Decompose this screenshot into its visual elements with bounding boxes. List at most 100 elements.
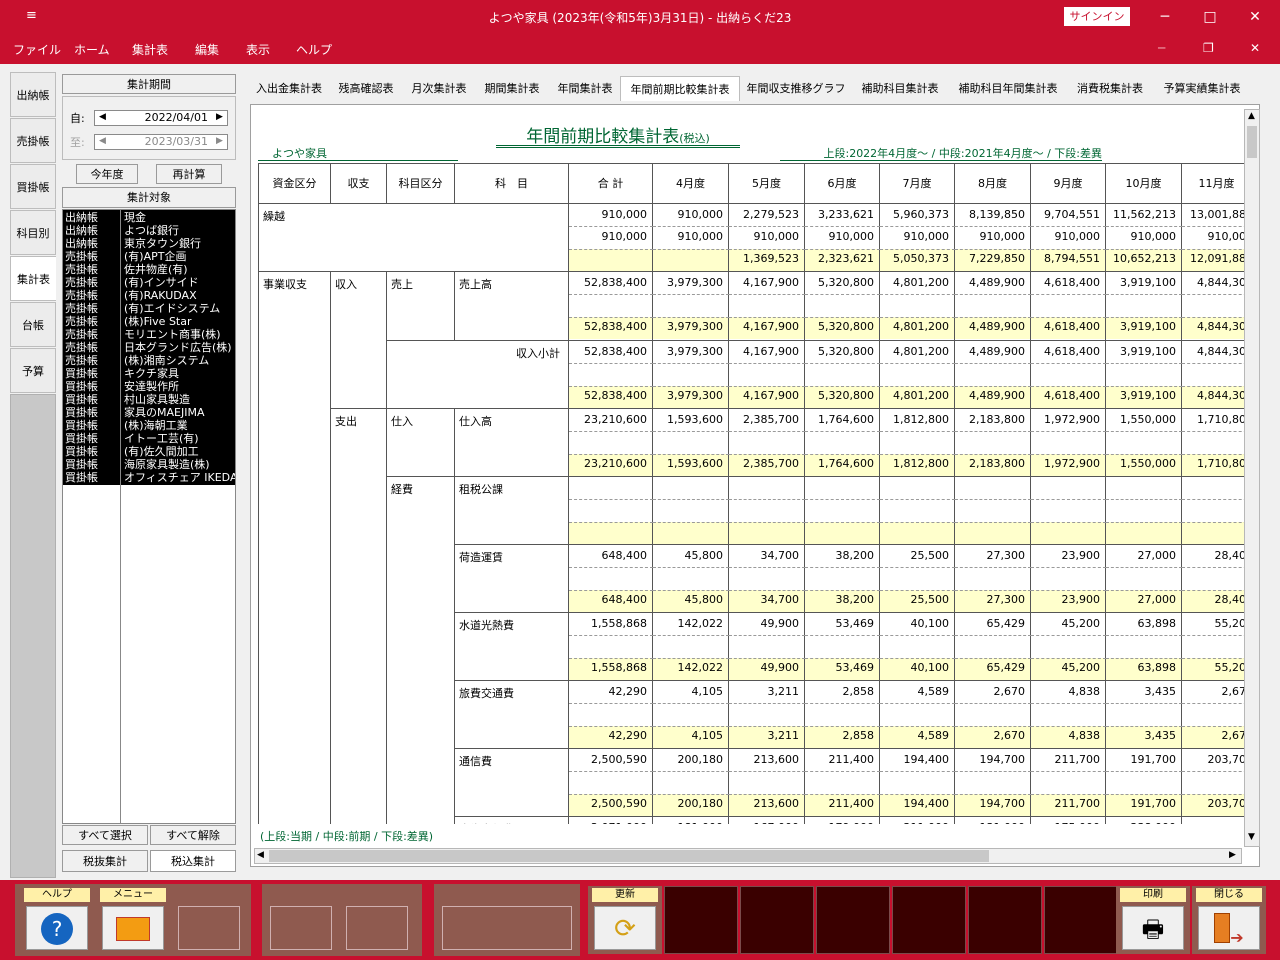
- row-divider: [1106, 499, 1182, 500]
- prev-date-icon[interactable]: ◀: [99, 112, 106, 122]
- horizontal-scrollbar[interactable]: ◀ ▶: [254, 848, 1242, 864]
- menu-slot[interactable]: メニュー: [96, 886, 170, 954]
- help-slot[interactable]: ヘルプ ?: [20, 886, 94, 954]
- row-divider: [653, 590, 729, 591]
- tab-subaccount-annual[interactable]: 補助科目年間集計表: [950, 76, 1066, 101]
- menu-edit[interactable]: 編集: [195, 41, 219, 58]
- maximize-button[interactable]: □: [1195, 6, 1225, 28]
- tab-cash-summary[interactable]: 入出金集計表: [248, 76, 330, 101]
- select-all-button[interactable]: すべて選択: [62, 825, 148, 845]
- scrollbar-thumb[interactable]: [1247, 126, 1257, 158]
- tab-annual-comparison[interactable]: 年間前期比較集計表: [620, 76, 740, 101]
- header-cell: 収支: [331, 164, 387, 204]
- tab-consumption-tax[interactable]: 消費税集計表: [1070, 76, 1150, 101]
- menu-file[interactable]: ファイル: [13, 41, 61, 58]
- recalc-button[interactable]: 再計算: [156, 164, 222, 184]
- amount: 27,000: [1137, 549, 1177, 562]
- row-divider: [880, 703, 955, 704]
- tab-annual[interactable]: 年間集計表: [551, 76, 619, 101]
- vtab-cashbook[interactable]: 出納帳: [10, 72, 56, 117]
- target-name: (有)APT企画: [124, 250, 187, 263]
- close-slot[interactable]: 閉じる ➔: [1192, 886, 1266, 954]
- this-year-button[interactable]: 今年度: [76, 164, 138, 184]
- scroll-up-icon[interactable]: ▲: [1248, 111, 1255, 121]
- minimize-button[interactable]: ─: [1150, 6, 1180, 28]
- amount: 3,979,300: [667, 276, 723, 289]
- scroll-right-icon[interactable]: ▶: [1229, 850, 1236, 860]
- amount: 5,320,800: [818, 320, 874, 333]
- menu-summary[interactable]: 集計表: [132, 41, 168, 58]
- utility-label-text: 水道光熱費: [459, 619, 514, 632]
- amount: 910,000: [753, 230, 800, 243]
- update-slot[interactable]: 更新 ⟳: [588, 886, 662, 954]
- amount: 3,919,100: [1120, 320, 1176, 333]
- row-divider: [805, 794, 880, 795]
- tab-balance-check[interactable]: 残高確認表: [332, 76, 400, 101]
- row-divider: [653, 794, 729, 795]
- menu-help[interactable]: ヘルプ: [296, 41, 332, 58]
- diff-band: [569, 249, 652, 271]
- amount: 5,050,373: [893, 252, 949, 265]
- vtab-budget[interactable]: 予算: [10, 348, 56, 393]
- row-divider: [1182, 454, 1244, 455]
- exit-door-icon[interactable]: ➔: [1198, 906, 1260, 950]
- menu-grid-icon[interactable]: [102, 906, 164, 950]
- expenses-label: 経費: [387, 477, 455, 824]
- refresh-icon[interactable]: ⟳: [594, 906, 656, 950]
- tab-budget-actual[interactable]: 予算実績集計表: [1156, 76, 1248, 101]
- tax-included-button[interactable]: 税込集計: [150, 850, 236, 872]
- vtab-payables[interactable]: 買掛帳: [10, 164, 56, 209]
- scroll-left-icon[interactable]: ◀: [257, 850, 264, 860]
- next-date-icon[interactable]: ▶: [216, 136, 223, 146]
- target-name: (株)Five Star: [124, 315, 192, 328]
- target-list[interactable]: 出納帳 現金 出納帳 よつば銀行 出納帳 東京タウン銀行 売掛帳 (有)APT企画 売掛帳 佐井物…: [62, 209, 236, 824]
- tab-monthly[interactable]: 月次集計表: [405, 76, 473, 101]
- vtab-ledger[interactable]: 台帳: [10, 302, 56, 347]
- scrollbar-thumb[interactable]: [269, 850, 989, 862]
- row-divider: [653, 294, 729, 295]
- target-name: 佐井物産(有): [124, 263, 188, 276]
- vtab-by-account[interactable]: 科目別: [10, 210, 56, 255]
- printer-icon[interactable]: 🖶: [1122, 906, 1184, 950]
- row-divider: [955, 363, 1031, 364]
- report-tabs: 入出金集計表 残高確認表 月次集計表 期間集計表 年間集計表 年間前期比較集計表…: [248, 76, 1248, 101]
- row-divider: [805, 454, 880, 455]
- tab-period[interactable]: 期間集計表: [478, 76, 546, 101]
- row-divider: [880, 294, 955, 295]
- vtab-summary[interactable]: 集計表: [10, 256, 56, 301]
- signin-button[interactable]: サインイン: [1064, 7, 1130, 26]
- vertical-scrollbar[interactable]: ▲ ▼: [1244, 109, 1260, 847]
- print-slot[interactable]: 印刷 🖶: [1116, 886, 1190, 954]
- amount: 142,022: [677, 617, 724, 630]
- amount: 4,167,900: [743, 345, 799, 358]
- row-divider: [729, 703, 805, 704]
- prev-date-icon[interactable]: ◀: [99, 136, 106, 146]
- child-minimize-button[interactable]: ─: [1158, 41, 1165, 55]
- carry-label-text: 繰越: [263, 210, 285, 223]
- scroll-down-icon[interactable]: ▼: [1248, 832, 1255, 842]
- row-divider: [805, 658, 880, 659]
- from-date-field[interactable]: ◀ 2022/04/01 ▶: [94, 110, 228, 126]
- menu-view[interactable]: 表示: [246, 41, 270, 58]
- close-button[interactable]: ✕: [1240, 6, 1270, 28]
- sales-label: 売上: [387, 272, 455, 341]
- vtab-receivables[interactable]: 売掛帳: [10, 118, 56, 163]
- tax-excluded-button[interactable]: 税抜集計: [62, 850, 148, 872]
- amount: 45,200: [1061, 661, 1101, 674]
- amount: 23,210,600: [584, 457, 647, 470]
- child-close-button[interactable]: ✕: [1250, 41, 1260, 55]
- deselect-all-button[interactable]: すべて解除: [150, 825, 236, 845]
- amount: 238,000: [1106, 821, 1177, 824]
- row-divider: [1182, 590, 1244, 591]
- header-cell: 6月度: [805, 164, 880, 204]
- amount: 3,979,300: [667, 345, 723, 358]
- question-icon[interactable]: ?: [26, 906, 88, 950]
- child-restore-button[interactable]: ❐: [1203, 41, 1214, 55]
- to-date-field[interactable]: ◀ 2023/03/31 ▶: [94, 134, 228, 150]
- next-date-icon[interactable]: ▶: [216, 112, 223, 122]
- tab-annual-trend-graph[interactable]: 年間収支推移グラフ: [742, 76, 850, 101]
- row-divider: [729, 522, 805, 523]
- row-divider: [805, 294, 880, 295]
- tab-subaccount[interactable]: 補助科目集計表: [854, 76, 946, 101]
- menu-home[interactable]: ホーム: [74, 41, 110, 58]
